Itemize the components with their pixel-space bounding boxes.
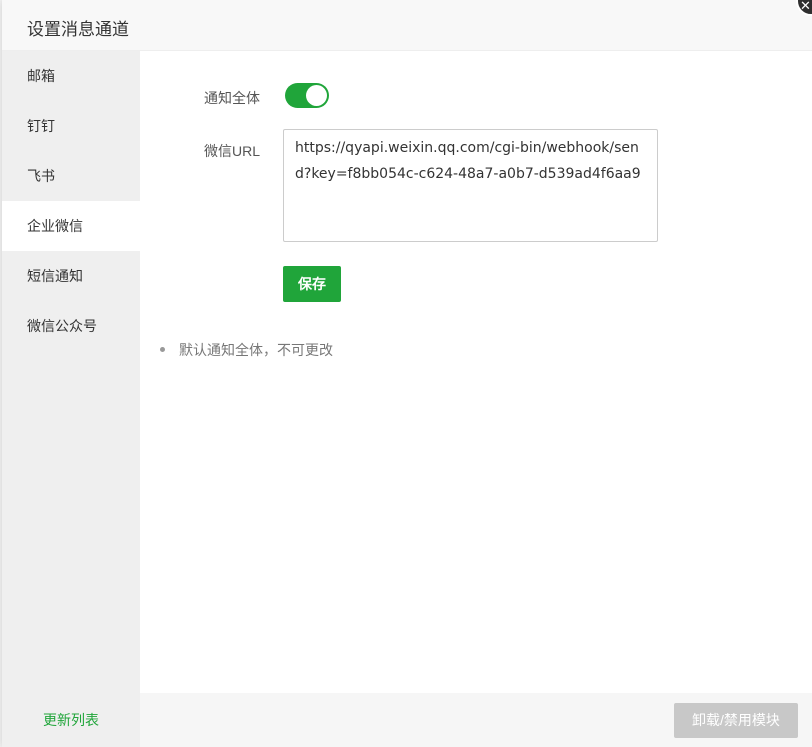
tip-text: 默认通知全体，不可更改 [179,342,333,358]
message-channel-dialog: 设置消息通道 ✕ 邮箱 钉钉 飞书 企业微信 短信通知 微信公众号 更新列表 通… [2,0,812,747]
sidebar-item-wechat-official[interactable]: 微信公众号 [2,301,140,351]
notify-all-label: 通知全体 [204,90,260,106]
uninstall-disable-button[interactable]: 卸载/禁用模块 [674,703,798,738]
sidebar-item-dingtalk[interactable]: 钉钉 [2,101,140,151]
url-label: 微信URL [203,143,260,159]
wecom-settings-panel: 通知全体 微信URL https://qyapi.weixin.qq.com/c… [140,51,812,693]
dialog-footer: 卸载/禁用模块 [140,693,812,747]
tips-list: 默认通知全体，不可更改 [160,340,333,360]
dialog-title: 设置消息通道 [27,20,129,39]
bullet-icon [160,346,165,352]
toggle-knob [306,85,327,106]
sidebar-item-wecom[interactable]: 企业微信 [2,201,140,251]
save-button[interactable]: 保存 [283,266,341,302]
sidebar-item-sms[interactable]: 短信通知 [2,251,140,301]
update-list-link[interactable]: 更新列表 [2,693,140,747]
notify-all-toggle[interactable] [285,83,329,108]
channel-sidebar: 邮箱 钉钉 飞书 企业微信 短信通知 微信公众号 更新列表 [2,51,140,747]
dialog-title-bar: 设置消息通道 [2,0,812,51]
webhook-url-field[interactable]: https://qyapi.weixin.qq.com/cgi-bin/webh… [283,129,658,242]
sidebar-item-feishu[interactable]: 飞书 [2,151,140,201]
sidebar-item-email[interactable]: 邮箱 [2,51,140,101]
close-icon: ✕ [800,0,811,14]
